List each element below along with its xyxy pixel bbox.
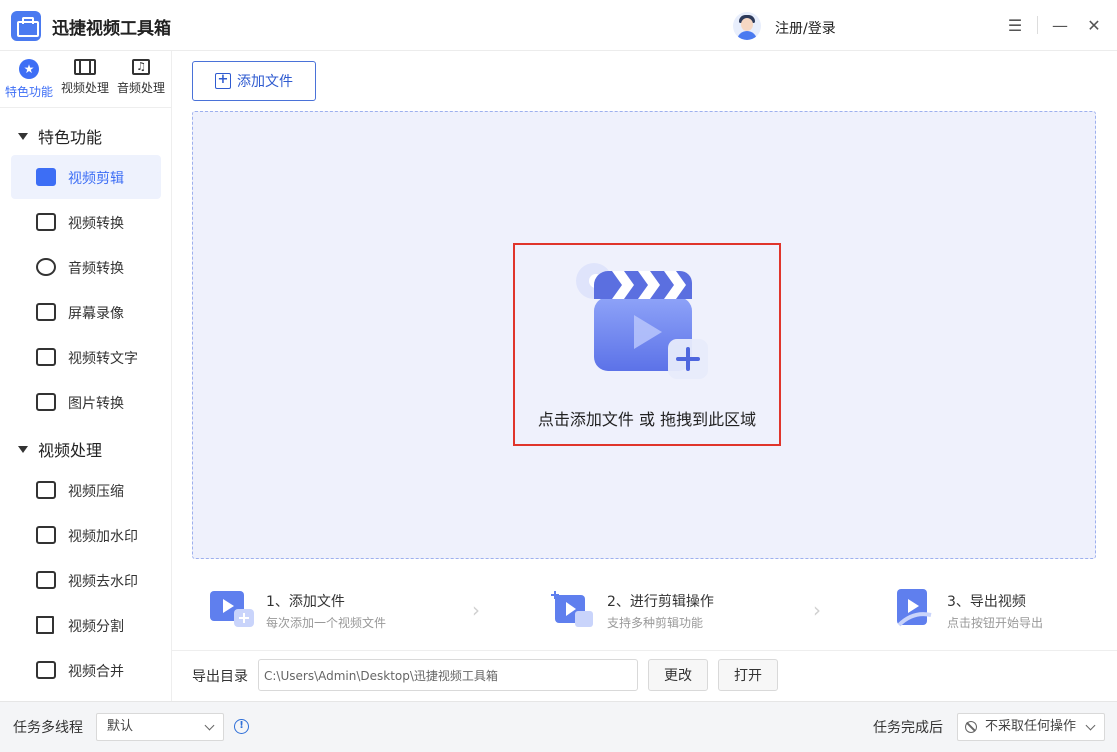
close-icon[interactable]: ✕ <box>1083 14 1105 36</box>
drop-instruction: 点击添加文件 或 拖拽到此区域 <box>537 410 757 429</box>
minimize-icon[interactable]: — <box>1049 14 1071 36</box>
chevron-right-icon: › <box>813 598 821 622</box>
step-title: 2、进行剪辑操作 <box>607 594 714 610</box>
sidebar-item-label: 视频转文字 <box>68 351 138 367</box>
step-title: 3、导出视频 <box>947 594 1026 610</box>
info-icon[interactable]: ! <box>234 719 249 734</box>
sidebar-item-label: 图片转换 <box>68 396 124 412</box>
sidebar: ★ 特色功能 视频处理 ♫ 音频处理 特色功能 视频剪辑 视频转换 音频转换 屏… <box>0 51 172 701</box>
tab-label: 音频处理 <box>116 81 165 95</box>
sidebar-item-label: 视频分割 <box>68 619 124 635</box>
add-file-button[interactable]: + 添加文件 <box>192 61 316 101</box>
divider <box>1037 16 1038 34</box>
title-bar: 迅捷视频工具箱 注册/登录 ☰ — ✕ <box>0 0 1117 51</box>
app-title: 迅捷视频工具箱 <box>52 19 171 39</box>
tab-video-processing[interactable]: 视频处理 <box>57 59 113 103</box>
sidebar-item-merge[interactable]: 视频合并 <box>11 648 161 692</box>
export-path-field[interactable] <box>258 659 638 691</box>
multithread-value: 默认 <box>107 719 134 734</box>
video-to-text-icon <box>36 348 56 366</box>
sidebar-item-label: 视频剪辑 <box>68 171 124 187</box>
change-directory-button[interactable]: 更改 <box>648 659 708 691</box>
after-task-select[interactable]: 不采取任何操作 <box>957 713 1105 741</box>
sidebar-item-compress[interactable]: 视频压缩 <box>11 468 161 512</box>
login-link[interactable]: 注册/登录 <box>775 18 836 38</box>
step-description: 支持多种剪辑功能 <box>607 616 704 630</box>
screen-record-icon <box>36 303 56 321</box>
avatar-icon[interactable] <box>733 12 761 40</box>
film-icon <box>74 59 96 75</box>
forbid-icon <box>965 721 977 733</box>
sidebar-item-remove-watermark[interactable]: 视频去水印 <box>11 558 161 602</box>
after-task-label: 任务完成后 <box>873 720 943 736</box>
after-task-value: 不采取任何操作 <box>985 719 1077 734</box>
video-clapper-add-icon[interactable] <box>576 263 712 383</box>
section-featured[interactable]: 特色功能 <box>18 124 102 148</box>
app-logo <box>11 11 41 41</box>
tab-featured[interactable]: ★ 特色功能 <box>1 59 57 103</box>
sidebar-item-split[interactable]: 视频分割 <box>11 603 161 647</box>
collapse-triangle-icon <box>18 133 28 140</box>
sidebar-item-video-edit[interactable]: 视频剪辑 <box>11 155 161 199</box>
add-file-step-icon <box>210 591 254 627</box>
chevron-right-icon: › <box>472 598 480 622</box>
star-icon: ★ <box>19 59 39 79</box>
collapse-triangle-icon <box>18 446 28 453</box>
step-description: 点击按钮开始导出 <box>947 616 1044 630</box>
step-title: 1、添加文件 <box>266 594 345 610</box>
sidebar-item-label: 屏幕录像 <box>68 306 124 322</box>
sidebar-item-add-watermark[interactable]: 视频加水印 <box>11 513 161 557</box>
sidebar-item-video-convert[interactable]: 视频转换 <box>11 200 161 244</box>
sidebar-item-video-to-text[interactable]: 视频转文字 <box>11 335 161 379</box>
category-tabs: ★ 特色功能 视频处理 ♫ 音频处理 <box>0 51 172 108</box>
chevron-down-icon <box>204 720 215 731</box>
add-file-label: 添加文件 <box>237 74 293 90</box>
audio-convert-icon <box>36 258 56 276</box>
split-icon <box>36 616 54 634</box>
sidebar-item-image-convert[interactable]: 图片转换 <box>11 380 161 424</box>
export-step-icon <box>897 589 932 627</box>
sidebar-item-label: 视频去水印 <box>68 574 138 590</box>
image-convert-icon <box>36 393 56 411</box>
music-icon: ♫ <box>132 59 150 75</box>
step-export: 3、导出视频 点击按钮开始导出 <box>891 585 1091 635</box>
step-description: 每次添加一个视频文件 <box>266 616 387 630</box>
merge-icon <box>36 661 56 679</box>
video-edit-icon <box>36 168 56 186</box>
sidebar-item-label: 音频转换 <box>68 261 124 277</box>
sidebar-item-label: 视频转换 <box>68 216 124 232</box>
sidebar-item-label: 视频压缩 <box>68 484 124 500</box>
tab-label: 视频处理 <box>60 81 109 95</box>
menu-icon[interactable]: ☰ <box>1004 14 1026 36</box>
section-video-processing[interactable]: 视频处理 <box>18 437 102 461</box>
step-add-file: 1、添加文件 每次添加一个视频文件 <box>210 585 410 635</box>
tab-audio-processing[interactable]: ♫ 音频处理 <box>113 59 169 103</box>
add-watermark-icon <box>36 526 56 544</box>
chevron-down-icon <box>1085 720 1096 731</box>
edit-step-icon <box>551 591 593 627</box>
video-convert-icon <box>36 213 56 231</box>
sidebar-item-screen-record[interactable]: 屏幕录像 <box>11 290 161 334</box>
tab-label: 特色功能 <box>4 85 53 99</box>
multithread-label: 任务多线程 <box>13 720 83 736</box>
step-edit: 2、进行剪辑操作 支持多种剪辑功能 <box>551 585 751 635</box>
open-directory-button[interactable]: 打开 <box>718 659 778 691</box>
remove-watermark-icon <box>36 571 56 589</box>
sidebar-item-label: 视频合并 <box>68 664 124 680</box>
section-title: 特色功能 <box>38 128 103 147</box>
add-file-icon: + <box>215 73 231 89</box>
compress-icon <box>36 481 56 499</box>
export-directory-label: 导出目录 <box>192 669 248 685</box>
multithread-select[interactable]: 默认 <box>96 713 224 741</box>
section-title: 视频处理 <box>38 441 103 460</box>
sidebar-item-audio-convert[interactable]: 音频转换 <box>11 245 161 289</box>
sidebar-item-label: 视频加水印 <box>68 529 138 545</box>
